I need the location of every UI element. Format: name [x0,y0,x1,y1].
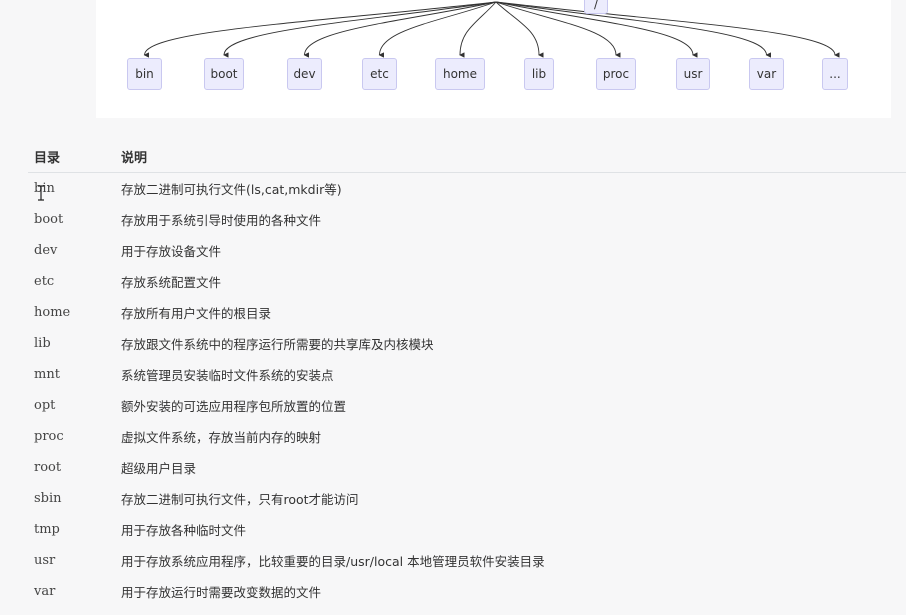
directory-name: var [34,584,56,599]
header-description: 说明 [115,140,906,173]
tree-edge [303,1,497,58]
directory-name: opt [34,398,56,413]
header-directory: 目录 [28,140,115,173]
root-node: / [584,0,608,14]
table-row: dev 用于存放设备文件 [28,235,906,266]
directory-name: root [34,460,62,475]
directory-description: 用于存放系统应用程序，比较重要的目录/usr/local 本地管理员软件安装目录 [121,554,545,569]
directory-description: 存放用于系统引导时使用的各种文件 [121,213,322,228]
table-row: tmp 用于存放各种临时文件 [28,514,906,545]
tree-edge [143,1,497,58]
table-row: mnt 系统管理员安装临时文件系统的安装点 [28,359,906,390]
table-row: root 超级用户目录 [28,452,906,483]
table-row: opt 额外安装的可选应用程序包所放置的位置 [28,390,906,421]
table-row: usr 用于存放系统应用程序，比较重要的目录/usr/local 本地管理员软件安… [28,545,906,576]
directory-name: mnt [34,367,60,382]
tree-node: etc [362,58,397,90]
directory-name: boot [34,212,64,227]
directory-table: 目录 说明 bin 存放二进制可执行文件(ls,cat,mkdir等) boot 存放… [28,140,906,607]
directory-name: usr [34,553,56,568]
directory-tree-diagram: / bin boot dev etc home lib proc usr var... [96,0,891,118]
directory-description: 用于存放各种临时文件 [121,523,247,538]
directory-description: 存放所有用户文件的根目录 [121,306,272,321]
table-row: home 存放所有用户文件的根目录 [28,297,906,328]
table-row: proc 虚拟文件系统，存放当前内存的映射 [28,421,906,452]
directory-name: dev [34,243,58,258]
directory-description: 存放二进制可执行文件(ls,cat,mkdir等) [121,182,342,197]
directory-name: lib [34,336,51,351]
directory-name: tmp [34,522,60,537]
directory-description: 用于存放设备文件 [121,244,222,259]
directory-description: 超级用户目录 [121,461,197,476]
tree-edge [459,1,497,58]
tree-node: dev [287,58,322,90]
tree-node: home [435,58,485,90]
directory-description: 存放系统配置文件 [121,275,222,290]
tree-node: var [749,58,784,90]
table-row: var 用于存放运行时需要改变数据的文件 [28,576,906,607]
tree-node: proc [596,58,636,90]
table-row: bin 存放二进制可执行文件(ls,cat,mkdir等) [28,173,906,205]
table-header-row: 目录 说明 [28,140,906,173]
table-row: sbin 存放二进制可执行文件，只有root才能访问 [28,483,906,514]
table-row: etc 存放系统配置文件 [28,266,906,297]
tree-node: bin [127,58,162,90]
directory-description: 额外安装的可选应用程序包所放置的位置 [121,399,347,414]
text-cursor-icon [38,185,44,201]
tree-edge [495,1,840,58]
tree-node: lib [524,58,554,90]
tree-node: usr [676,58,710,90]
directory-description: 虚拟文件系统，存放当前内存的映射 [121,430,322,445]
tree-node: ... [822,58,848,90]
tree-node: boot [204,58,244,90]
directory-name: etc [34,274,55,289]
page: / bin boot dev etc home lib proc usr var... 目录 说… [0,0,906,615]
table-row: lib 存放跟文件系统中的程序运行所需要的共享库及内核模块 [28,328,906,359]
directory-description: 存放跟文件系统中的程序运行所需要的共享库及内核模块 [121,337,434,352]
directory-name: sbin [34,491,62,506]
tree-edge [495,1,544,58]
directory-description: 存放二进制可执行文件，只有root才能访问 [121,492,359,507]
directory-name: proc [34,429,64,444]
table-row: boot 存放用于系统引导时使用的各种文件 [28,204,906,235]
directory-name: home [34,305,71,320]
directory-description: 用于存放运行时需要改变数据的文件 [121,585,322,600]
directory-description: 系统管理员安装临时文件系统的安装点 [121,368,334,383]
